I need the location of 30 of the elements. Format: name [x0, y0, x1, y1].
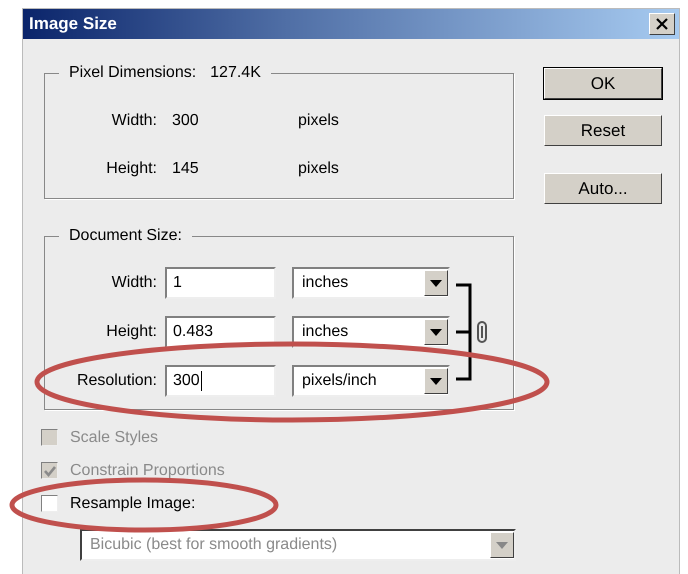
field-label: Height: [105, 160, 157, 178]
file-size-value: 127.4K [210, 63, 261, 83]
dropdown-arrow-icon [430, 280, 442, 286]
checkbox-label: Constrain Proportions [70, 462, 225, 480]
pixel-value: 145 [171, 160, 200, 178]
checkbox-label: Resample Image: [70, 494, 196, 512]
field-label: Width: [110, 112, 157, 130]
input-field[interactable]: 300 [165, 365, 276, 397]
dialog-button[interactable]: Auto... [544, 173, 662, 204]
unit-dropdown[interactable]: pixels/inch [292, 365, 450, 397]
dropdown-arrow-icon [430, 328, 442, 336]
group-label: Pixel Dimensions: [69, 63, 196, 83]
pixel-value: 300 [171, 112, 200, 130]
dialog-button[interactable]: OK [544, 68, 662, 99]
checkbox-label: Scale Styles [70, 428, 158, 446]
input-field[interactable]: 1 [165, 267, 276, 299]
field-label: Resolution: [76, 372, 157, 390]
unit-label: pixels [298, 160, 339, 178]
unit-dropdown[interactable]: inches [292, 267, 450, 299]
checkbox[interactable] [41, 495, 58, 512]
field-label: Width: [110, 274, 157, 292]
group-label: Document Size: [69, 226, 182, 246]
window-title: Image Size [29, 14, 117, 34]
unit-label: pixels [298, 112, 339, 130]
field-label: Height: [105, 323, 157, 341]
dialog-button[interactable]: Reset [544, 115, 662, 146]
dropdown-arrow-icon [496, 542, 508, 548]
close-icon [655, 18, 669, 30]
close-button[interactable] [649, 13, 675, 35]
dropdown-arrow-icon [430, 378, 442, 384]
